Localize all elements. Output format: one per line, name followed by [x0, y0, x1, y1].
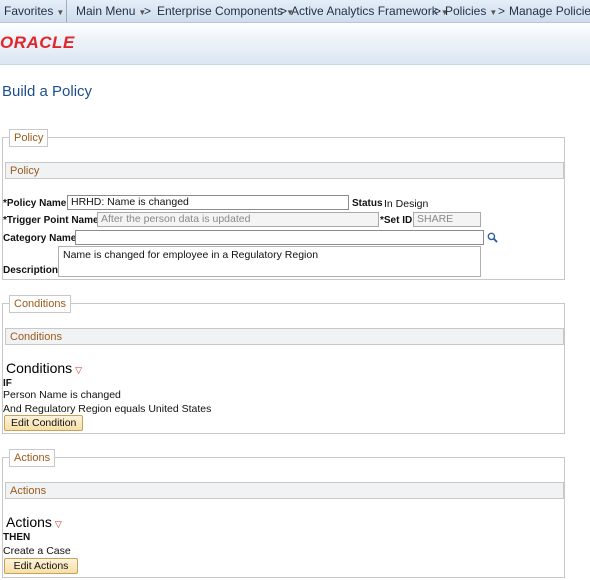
policy-name-input[interactable]: HRHD: Name is changed	[67, 195, 349, 210]
trigger-point-label: *Trigger Point Name	[3, 215, 99, 226]
conditions-subheader: Conditions	[5, 328, 564, 345]
policy-name-label: *Policy Name	[3, 198, 67, 209]
expand-triangle-icon: ▽	[54, 519, 62, 529]
breadcrumb-active-analytics-framework[interactable]: Active Analytics Framework ▼	[291, 4, 449, 18]
search-icon[interactable]	[487, 232, 498, 243]
breadcrumb-manage-policies[interactable]: Manage Policies	[509, 4, 590, 18]
conditions-legend: Conditions	[9, 295, 71, 313]
trigger-point-input: After the person data is updated	[97, 212, 379, 227]
breadcrumb-label: Manage Policies	[509, 4, 590, 18]
actions-group: Actions Actions Actions ▽ THEN Create a C…	[2, 449, 565, 578]
breadcrumb-separator: >	[144, 4, 152, 18]
set-id-label: *Set ID	[380, 215, 413, 226]
conditions-header-label: Conditions	[6, 360, 73, 376]
expand-triangle-icon: ▽	[75, 365, 83, 375]
breadcrumb-label: Active Analytics Framework	[291, 4, 438, 18]
actions-header-label: Actions	[6, 514, 52, 530]
condition-line-1: Person Name is changed	[3, 389, 121, 401]
brand-header: ORACLE	[0, 23, 590, 65]
favorites-menu[interactable]: Favorites ▼	[4, 4, 64, 18]
edit-actions-button[interactable]: Edit Actions	[4, 558, 78, 574]
policy-subheader: Policy	[5, 162, 564, 179]
then-keyword: THEN	[3, 532, 31, 543]
page-title: Build a Policy	[2, 83, 93, 100]
action-line-1: Create a Case	[3, 545, 71, 557]
main-menu[interactable]: Main Menu ▼	[76, 4, 146, 18]
breadcrumb-label: Enterprise Components	[157, 4, 284, 18]
condition-line-2: And Regulatory Region equals United Stat…	[3, 403, 212, 415]
status-value: In Design	[384, 198, 429, 210]
breadcrumb-separator: >	[498, 4, 506, 18]
category-name-input[interactable]	[75, 230, 484, 245]
chevron-down-icon: ▼	[489, 8, 498, 17]
policy-group: Policy Policy *Policy Name HRHD: Name is…	[2, 129, 565, 280]
breadcrumb-label: Policies	[445, 4, 487, 18]
favorites-label: Favorites	[4, 4, 54, 18]
description-textarea[interactable]: Name is changed for employee in a Regula…	[58, 246, 481, 277]
conditions-header[interactable]: Conditions ▽	[6, 360, 82, 376]
chevron-down-icon: ▼	[56, 8, 65, 17]
top-navigation: Favorites ▼ Main Menu ▼ > Enterprise Compo…	[0, 0, 590, 23]
description-label: Description	[3, 265, 59, 276]
oracle-logo: ORACLE	[0, 33, 75, 52]
status-label: Status	[352, 198, 383, 209]
if-keyword: IF	[3, 378, 12, 389]
conditions-group: Conditions Conditions Conditions ▽ IF Per…	[2, 295, 565, 434]
breadcrumb-enterprise-components[interactable]: Enterprise Components ▼	[157, 4, 294, 18]
breadcrumb-policies[interactable]: Policies ▼	[445, 4, 497, 18]
set-id-input: SHARE	[413, 212, 481, 227]
actions-legend: Actions	[9, 449, 56, 467]
main-menu-label: Main Menu	[76, 4, 136, 18]
actions-subheader: Actions	[5, 482, 564, 499]
breadcrumb-separator: >	[434, 4, 442, 18]
breadcrumb-separator: >	[280, 4, 288, 18]
category-name-label: Category Name	[3, 233, 77, 244]
actions-header[interactable]: Actions ▽	[6, 514, 62, 530]
nav-divider	[66, 0, 67, 22]
policy-legend: Policy	[9, 129, 49, 147]
edit-condition-button[interactable]: Edit Condition	[4, 415, 84, 431]
